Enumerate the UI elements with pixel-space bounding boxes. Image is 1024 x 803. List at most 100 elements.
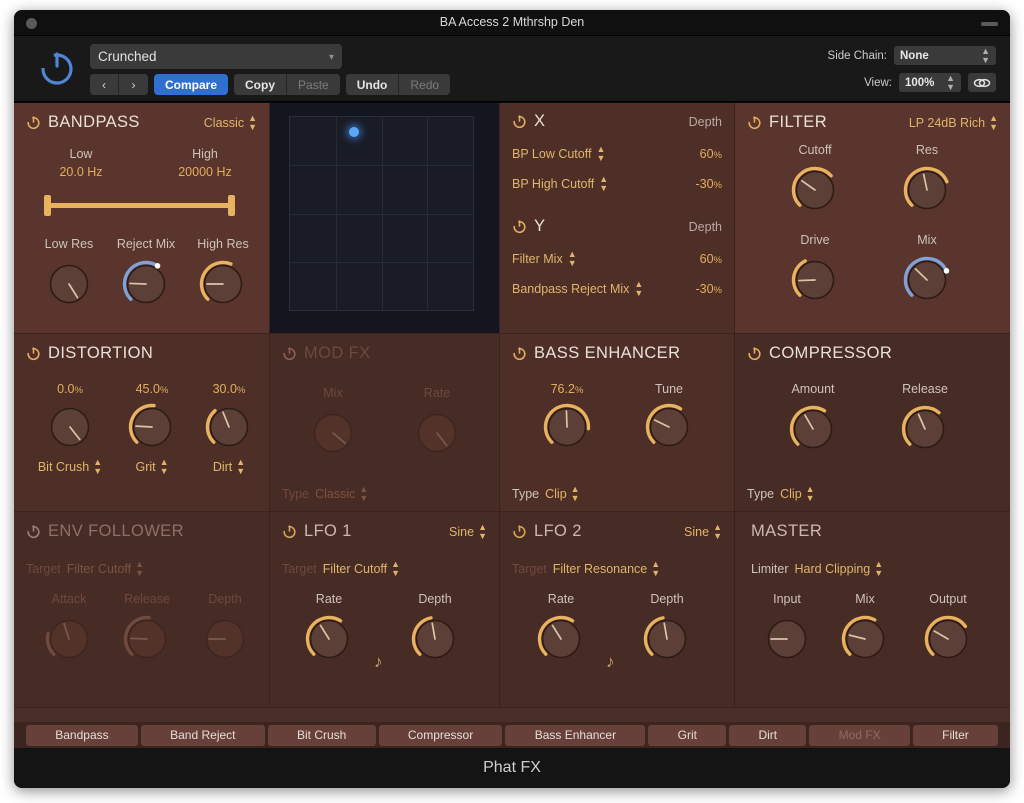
knob-bass-tune[interactable]: Tune	[624, 382, 714, 454]
effect-tab[interactable]: Bit Crush	[267, 724, 376, 746]
power-icon[interactable]	[282, 346, 297, 361]
view-selector[interactable]: 100% ▲ ▼	[899, 73, 961, 92]
next-preset-button[interactable]: ›	[119, 74, 148, 95]
knob-reject-mix[interactable]: Reject Mix	[109, 237, 183, 311]
paste-button[interactable]: Paste	[287, 74, 340, 95]
xy-pad-handle[interactable]	[349, 127, 360, 138]
xy-pad-surface[interactable]	[289, 116, 474, 311]
note-icon[interactable]: ♪	[374, 652, 383, 672]
knob-filter-drive[interactable]: Drive	[765, 233, 865, 307]
bandpass-high-value[interactable]: 20000 Hz	[159, 165, 251, 179]
effect-tab[interactable]: Band Reject	[140, 724, 265, 746]
effect-tab[interactable]: Bandpass	[26, 724, 138, 746]
knob-bass-amount[interactable]: 76.2%	[522, 382, 612, 454]
power-icon[interactable]	[747, 115, 762, 130]
power-icon[interactable]	[26, 115, 41, 130]
knob-env-attack[interactable]: Attack	[36, 592, 102, 666]
knob-lfo2-rate[interactable]: Rate	[522, 592, 600, 666]
y-assign-row-2[interactable]: Bandpass Reject Mix ▲ ▼ -30%	[500, 278, 734, 300]
knob-modfx-mix[interactable]: Mix	[288, 386, 378, 460]
knob-value[interactable]: 30.0%	[194, 382, 264, 396]
y-param-depth[interactable]: -30%	[695, 282, 722, 296]
effect-tab[interactable]: Dirt	[729, 724, 807, 746]
redo-button[interactable]: Redo	[399, 74, 451, 95]
lfo-2-target-selector[interactable]: Filter Resonance ▲ ▼	[553, 560, 660, 578]
bandpass-mode-selector[interactable]: Classic ▲ ▼	[204, 113, 257, 132]
lfo-1-target-selector[interactable]: Filter Cutoff ▲ ▼	[323, 560, 400, 578]
effect-tab[interactable]: Mod FX	[809, 724, 910, 746]
x-param-depth[interactable]: -30%	[695, 177, 722, 191]
knob-lfo1-depth[interactable]: Depth	[396, 592, 474, 666]
y-assign-row-1[interactable]: Filter Mix ▲ ▼ 60%	[500, 248, 734, 270]
x-param-depth[interactable]: 60%	[700, 147, 722, 161]
knob-filter-res[interactable]: Res	[877, 143, 977, 217]
filter-mode-selector[interactable]: LP 24dB Rich ▲ ▼	[909, 113, 998, 132]
knob-lfo1-rate[interactable]: Rate	[290, 592, 368, 666]
filter-title: FILTER	[769, 113, 828, 131]
env-follower-target-selector[interactable]: Filter Cutoff ▲ ▼	[67, 560, 144, 578]
link-icon[interactable]	[968, 73, 996, 92]
compressor-type-selector[interactable]: Clip ▲ ▼	[780, 485, 814, 503]
power-icon[interactable]	[38, 49, 76, 87]
previous-preset-button[interactable]: ‹	[90, 74, 119, 95]
power-icon[interactable]	[512, 219, 527, 234]
range-handle-low[interactable]	[44, 195, 51, 216]
power-icon[interactable]	[26, 346, 41, 361]
knob-value[interactable]: 76.2%	[522, 382, 612, 396]
effect-tab[interactable]: Grit	[648, 724, 727, 746]
knob-grit[interactable]: 45.0% Grit ▲ ▼	[114, 382, 190, 476]
env-follower-target-row: Target Filter Cutoff ▲ ▼	[26, 560, 144, 578]
y-param-depth[interactable]: 60%	[700, 252, 722, 266]
lfo-1-wave-selector[interactable]: Sine ▲ ▼	[449, 522, 487, 541]
toolbar-buttons: ‹ › Compare Copy Paste Undo Redo	[90, 74, 456, 95]
power-icon[interactable]	[282, 524, 297, 539]
x-assign-row-2[interactable]: BP High Cutoff ▲ ▼ -30%	[500, 173, 734, 195]
knob-env-depth[interactable]: Depth	[192, 592, 258, 666]
knob-bit-crush[interactable]: 0.0% Bit Crush ▲ ▼	[32, 382, 108, 476]
knob-filter-cutoff[interactable]: Cutoff	[765, 143, 865, 217]
knob-high-res[interactable]: High Res	[189, 237, 257, 311]
knob-modfx-rate[interactable]: Rate	[392, 386, 482, 460]
undo-button[interactable]: Undo	[345, 74, 400, 95]
window-resize-handle[interactable]	[981, 22, 998, 26]
knob-master-mix[interactable]: Mix	[827, 592, 903, 666]
power-icon[interactable]	[747, 346, 762, 361]
master-limiter-selector[interactable]: Hard Clipping ▲ ▼	[795, 560, 884, 578]
power-icon[interactable]	[512, 114, 527, 129]
lfo-2-wave-selector[interactable]: Sine ▲ ▼	[684, 522, 722, 541]
preset-selector[interactable]: Crunched ▾	[90, 44, 342, 69]
knob-master-input[interactable]: Input	[749, 592, 825, 666]
bass-enhancer-type-selector[interactable]: Clip ▲ ▼	[545, 485, 579, 503]
x-assign-row-1[interactable]: BP Low Cutoff ▲ ▼ 60%	[500, 143, 734, 165]
mod-fx-type-selector[interactable]: Classic ▲ ▼	[315, 485, 368, 503]
grit-selector[interactable]: Grit ▲ ▼	[114, 458, 190, 476]
compare-button[interactable]: Compare	[154, 74, 229, 95]
knob-comp-release[interactable]: Release	[875, 382, 975, 456]
effect-tab[interactable]: Compressor	[378, 724, 503, 746]
range-handle-high[interactable]	[228, 195, 235, 216]
knob-env-release[interactable]: Release	[114, 592, 180, 666]
knob-filter-mix[interactable]: Mix	[877, 233, 977, 307]
power-icon[interactable]	[26, 524, 41, 539]
power-icon[interactable]	[512, 524, 527, 539]
knob-value[interactable]: 45.0%	[114, 382, 190, 396]
effect-tab[interactable]: Filter	[912, 724, 999, 746]
dirt-selector[interactable]: Dirt ▲ ▼	[194, 458, 264, 476]
bit-crush-selector[interactable]: Bit Crush ▲ ▼	[32, 458, 108, 476]
knob-dirt[interactable]: 30.0% Dirt ▲ ▼	[194, 382, 264, 476]
knob-low-res[interactable]: Low Res	[36, 237, 102, 311]
power-icon[interactable]	[512, 346, 527, 361]
note-icon[interactable]: ♪	[606, 652, 615, 672]
bandpass-range-slider[interactable]	[44, 195, 235, 216]
effect-tab[interactable]: Bass Enhancer	[505, 724, 646, 746]
panel-xy-pad[interactable]	[270, 103, 500, 334]
knob-lfo2-depth[interactable]: Depth	[628, 592, 706, 666]
bandpass-low-value[interactable]: 20.0 Hz	[38, 165, 124, 179]
bandpass-title: BANDPASS	[48, 113, 140, 131]
knob-comp-amount[interactable]: Amount	[763, 382, 863, 456]
knob-master-output[interactable]: Output	[905, 592, 991, 666]
sidechain-selector[interactable]: None ▲ ▼	[894, 46, 996, 65]
y-title: Y	[534, 217, 546, 235]
knob-value[interactable]: 0.0%	[32, 382, 108, 396]
copy-button[interactable]: Copy	[234, 74, 288, 95]
